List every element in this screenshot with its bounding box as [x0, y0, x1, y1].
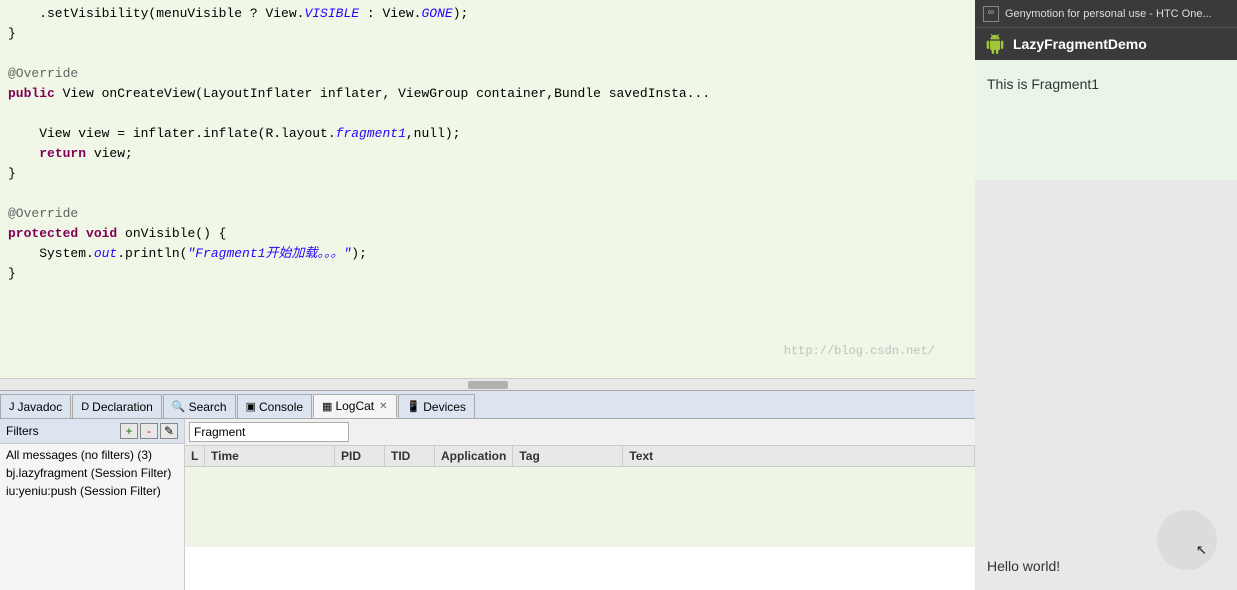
tab-declaration[interactable]: DDeclaration [72, 394, 162, 418]
fragment1-area: This is Fragment1 [975, 60, 1237, 180]
filter-header: Filters + - ✎ [0, 419, 184, 444]
tab-label: LogCat [335, 399, 374, 413]
logcat-col-tid: TID [385, 446, 435, 466]
code-line: return view; [0, 144, 975, 164]
filter-item[interactable]: bj.lazyfragment (Session Filter) [0, 464, 184, 482]
logcat-table: LTimePIDTIDApplicationTagText [185, 446, 975, 590]
horizontal-scrollbar[interactable] [0, 378, 975, 390]
code-line: protected void onVisible() { [0, 224, 975, 244]
code-panel[interactable]: .setVisibility(menuVisible ? View.VISIBL… [0, 0, 975, 378]
phone-app-title: LazyFragmentDemo [1013, 36, 1147, 52]
android-icon [985, 34, 1005, 54]
code-line: } [0, 24, 975, 44]
code-line: } [0, 264, 975, 284]
phone-bottom-area: Hello world! ↖ [975, 180, 1237, 590]
cursor-indicator: ↖ [1196, 538, 1207, 560]
code-line: } [0, 164, 975, 184]
devices-icon: 📱 [407, 400, 421, 413]
logcat-col-application: Application [435, 446, 513, 466]
tab-console[interactable]: ▣Console [237, 394, 312, 418]
tab-label: Javadoc [18, 400, 63, 414]
code-line: @Override [0, 64, 975, 84]
genymotion-logo: ∞ [983, 6, 999, 22]
code-line [0, 104, 975, 124]
console-icon: ▣ [246, 400, 256, 413]
logcat-icon: ▦ [322, 400, 332, 413]
decorative-circle [1157, 510, 1217, 570]
tab-close-button[interactable]: ✕ [379, 401, 387, 412]
tabs-bar: JJavadocDDeclaration🔍Search▣Console▦LogC… [0, 391, 975, 419]
phone-top-bar: LazyFragmentDemo [975, 28, 1237, 60]
bottom-content: Filters + - ✎ All messages (no filters) … [0, 419, 975, 590]
hello-world-text: Hello world! [987, 558, 1060, 574]
tab-label: Console [259, 400, 303, 414]
search-icon: 🔍 [172, 400, 186, 413]
logcat-col-l: L [185, 446, 205, 466]
watermark: http://blog.csdn.net/ [784, 344, 935, 358]
logcat-header: LTimePIDTIDApplicationTagText [185, 446, 975, 467]
code-line: System.out.println("Fragment1开始加载。。。"); [0, 244, 975, 264]
scroll-handle[interactable] [468, 381, 508, 389]
logcat-col-text: Text [623, 446, 975, 466]
tab-label: Devices [423, 400, 466, 414]
code-line: .setVisibility(menuVisible ? View.VISIBL… [0, 4, 975, 24]
tab-devices[interactable]: 📱Devices [398, 394, 475, 418]
filter-panel: Filters + - ✎ All messages (no filters) … [0, 419, 185, 590]
javadoc-icon: J [9, 401, 15, 413]
tab-logcat[interactable]: ▦LogCat ✕ [313, 394, 397, 418]
edit-filter-button[interactable]: ✎ [160, 423, 178, 439]
logcat-filter-row [185, 419, 975, 446]
filter-list: All messages (no filters) (3)bj.lazyfrag… [0, 444, 184, 590]
add-filter-button[interactable]: + [120, 423, 138, 439]
logcat-col-pid: PID [335, 446, 385, 466]
phone-screen: LazyFragmentDemo This is Fragment1 Hello… [975, 28, 1237, 590]
logcat-main: LTimePIDTIDApplicationTagText [185, 419, 975, 590]
filter-title-label: Filters [6, 424, 39, 438]
tab-label: Declaration [92, 400, 153, 414]
code-line: public View onCreateView(LayoutInflater … [0, 84, 975, 104]
tab-label: Search [189, 400, 227, 414]
fragment1-text: This is Fragment1 [987, 76, 1099, 92]
logcat-rows [185, 467, 975, 547]
code-line [0, 184, 975, 204]
code-line [0, 44, 975, 64]
filter-action-buttons: + - ✎ [120, 423, 178, 439]
filter-item[interactable]: All messages (no filters) (3) [0, 446, 184, 464]
logcat-col-tag: Tag [513, 446, 623, 466]
genymotion-panel: ∞ Genymotion for personal use - HTC One.… [975, 0, 1237, 590]
remove-filter-button[interactable]: - [140, 423, 158, 439]
tab-javadoc[interactable]: JJavadoc [0, 394, 71, 418]
bottom-panel: JJavadocDDeclaration🔍Search▣Console▦LogC… [0, 390, 975, 590]
genymotion-title-label: Genymotion for personal use - HTC One... [1005, 8, 1212, 20]
genymotion-titlebar: ∞ Genymotion for personal use - HTC One.… [975, 0, 1237, 28]
logcat-col-time: Time [205, 446, 335, 466]
logcat-search-input[interactable] [189, 422, 349, 442]
code-line: @Override [0, 204, 975, 224]
editor-area: .setVisibility(menuVisible ? View.VISIBL… [0, 0, 975, 590]
declaration-icon: D [81, 401, 89, 413]
code-line: View view = inflater.inflate(R.layout.fr… [0, 124, 975, 144]
filter-item[interactable]: iu:yeniu:push (Session Filter) [0, 482, 184, 500]
tab-search[interactable]: 🔍Search [163, 394, 236, 418]
phone-content: This is Fragment1 Hello world! ↖ [975, 60, 1237, 590]
